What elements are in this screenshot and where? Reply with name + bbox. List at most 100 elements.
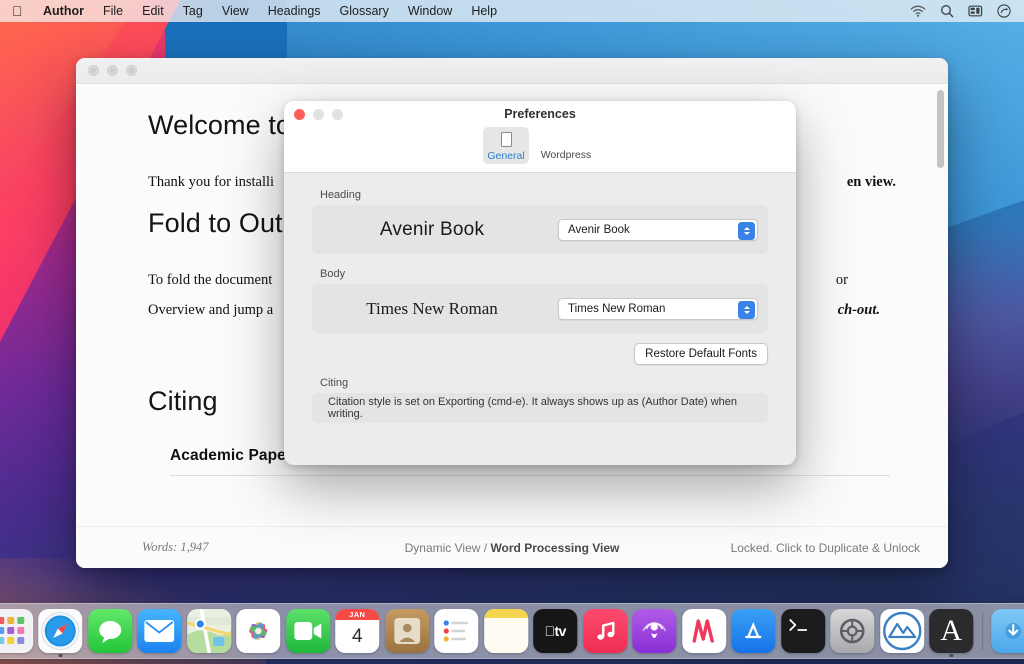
- wifi-icon[interactable]: [910, 5, 926, 17]
- siri-icon[interactable]: [997, 4, 1011, 18]
- dock-item-mountains[interactable]: [880, 609, 924, 653]
- dock-item-launchpad[interactable]: [0, 609, 33, 653]
- preferences-titlebar: Preferences: [284, 101, 796, 127]
- document-icon: [495, 129, 517, 149]
- preferences-window[interactable]: Preferences General Wordpress Heading Av…: [284, 101, 796, 465]
- paragraph-thank-you-tail: en view.: [847, 171, 896, 194]
- tab-general-label: General: [487, 150, 524, 162]
- view-mode-dynamic[interactable]: Dynamic View /: [405, 541, 491, 555]
- document-titlebar: [76, 58, 948, 84]
- citing-section-label: Citing: [320, 377, 768, 389]
- dock-item-author[interactable]: A: [929, 609, 973, 653]
- calendar-month: JAN: [335, 609, 379, 620]
- body-font-dropdown-value: Times New Roman: [568, 303, 665, 315]
- document-status-bar: Words: 1,947 Dynamic View / Word Process…: [76, 526, 948, 568]
- preferences-zoom-button[interactable]: [332, 109, 343, 120]
- body-section-label: Body: [320, 268, 768, 280]
- dock-item-maps[interactable]: [187, 609, 231, 653]
- citing-info-text: Citation style is set on Exporting (cmd-…: [312, 393, 768, 423]
- menu-item-window[interactable]: Window: [398, 0, 461, 22]
- word-count: Words: 1,947: [76, 540, 376, 555]
- menu-item-glossary[interactable]: Glossary: [330, 0, 398, 22]
- tab-wordpress[interactable]: Wordpress: [535, 127, 597, 163]
- chevron-updown-icon[interactable]: [738, 301, 755, 319]
- notes-icon: [484, 609, 528, 653]
- reminders-icon: [434, 609, 478, 653]
- search-icon[interactable]: [940, 4, 954, 18]
- music-icon: [583, 609, 627, 653]
- control-center-icon[interactable]: [968, 5, 983, 17]
- gear-icon: [830, 609, 874, 653]
- dock: JAN 4 tv: [0, 603, 1024, 659]
- photos-icon: [236, 609, 280, 653]
- dock-item-notes[interactable]: [484, 609, 528, 653]
- body-font-row: Times New Roman Times New Roman: [312, 284, 768, 333]
- view-mode-word-processing[interactable]: Word Processing View: [490, 541, 619, 555]
- mountains-icon: [880, 609, 924, 653]
- mail-icon: [137, 609, 181, 653]
- restore-default-fonts-button[interactable]: Restore Default Fonts: [634, 343, 768, 365]
- dock-item-messages[interactable]: [88, 609, 132, 653]
- paragraph-fold-line1-head: To fold the document: [148, 272, 272, 288]
- appletv-icon: tv: [533, 609, 577, 653]
- tab-general[interactable]: General: [483, 127, 529, 164]
- document-scrollbar[interactable]: [937, 90, 944, 168]
- minimize-button[interactable]: [107, 65, 118, 76]
- heading-section-label: Heading: [320, 189, 768, 201]
- preferences-close-button[interactable]: [294, 109, 305, 120]
- dock-item-music[interactable]: [583, 609, 627, 653]
- dock-item-photos[interactable]: [236, 609, 280, 653]
- menu-item-view[interactable]: View: [212, 0, 258, 22]
- body-font-dropdown[interactable]: Times New Roman: [558, 298, 758, 320]
- calendar-icon: JAN 4: [335, 609, 379, 653]
- menu-item-tag[interactable]: Tag: [173, 0, 212, 22]
- body-font-preview: Times New Roman: [312, 299, 558, 319]
- menu-item-headings[interactable]: Headings: [258, 0, 330, 22]
- dock-item-facetime[interactable]: [286, 609, 330, 653]
- paragraph-fold-line2-tail: ch-out.: [838, 299, 880, 322]
- dock-item-contacts[interactable]: [385, 609, 429, 653]
- heading-font-row: Avenir Book Avenir Book: [312, 205, 768, 254]
- dock-item-calendar[interactable]: JAN 4: [335, 609, 379, 653]
- dock-item-downloads-folder[interactable]: [991, 609, 1024, 653]
- messages-icon: [88, 609, 132, 653]
- menu-item-file[interactable]: File: [93, 0, 132, 22]
- menu-item-edit[interactable]: Edit: [133, 0, 174, 22]
- paragraph-fold-line1-tail: or: [836, 269, 848, 292]
- downloads-folder-icon: [991, 609, 1024, 653]
- paragraph-thank-you-head: Thank you for installi: [148, 174, 274, 190]
- zoom-button[interactable]: [126, 65, 137, 76]
- dock-item-appletv[interactable]: tv: [533, 609, 577, 653]
- dock-item-news[interactable]: [682, 609, 726, 653]
- dock-item-podcasts[interactable]: [632, 609, 676, 653]
- safari-icon: [38, 609, 82, 653]
- lock-status[interactable]: Locked. Click to Duplicate & Unlock: [648, 541, 948, 555]
- appstore-icon: [731, 609, 775, 653]
- preferences-content: Heading Avenir Book Avenir Book Body Tim…: [284, 173, 796, 423]
- paragraph-fold-line2-head: Overview and jump a: [148, 302, 273, 318]
- tab-wordpress-label: Wordpress: [541, 149, 592, 161]
- calendar-day: 4: [352, 620, 363, 653]
- preferences-minimize-button[interactable]: [313, 109, 324, 120]
- podcasts-icon: [632, 609, 676, 653]
- close-button[interactable]: [88, 65, 99, 76]
- menu-item-help[interactable]: Help: [462, 0, 507, 22]
- apple-menu-icon[interactable]: : [0, 4, 34, 18]
- dock-item-appstore[interactable]: [731, 609, 775, 653]
- launchpad-icon: [0, 609, 33, 653]
- dock-item-safari[interactable]: [38, 609, 82, 653]
- preferences-title: Preferences: [284, 107, 796, 121]
- facetime-icon: [286, 609, 330, 653]
- dock-item-terminal[interactable]: [781, 609, 825, 653]
- preferences-toolbar: General Wordpress: [284, 127, 796, 173]
- menu-bar:  Author File Edit Tag View Headings Glo…: [0, 0, 1024, 22]
- heading-font-dropdown[interactable]: Avenir Book: [558, 219, 758, 241]
- dock-item-mail[interactable]: [137, 609, 181, 653]
- contacts-icon: [385, 609, 429, 653]
- chevron-updown-icon[interactable]: [738, 222, 755, 240]
- dock-divider: [982, 612, 983, 650]
- dock-item-reminders[interactable]: [434, 609, 478, 653]
- dock-item-system-preferences[interactable]: [830, 609, 874, 653]
- menu-item-author[interactable]: Author: [34, 0, 94, 22]
- view-mode-toggle[interactable]: Dynamic View / Word Processing View: [376, 541, 648, 555]
